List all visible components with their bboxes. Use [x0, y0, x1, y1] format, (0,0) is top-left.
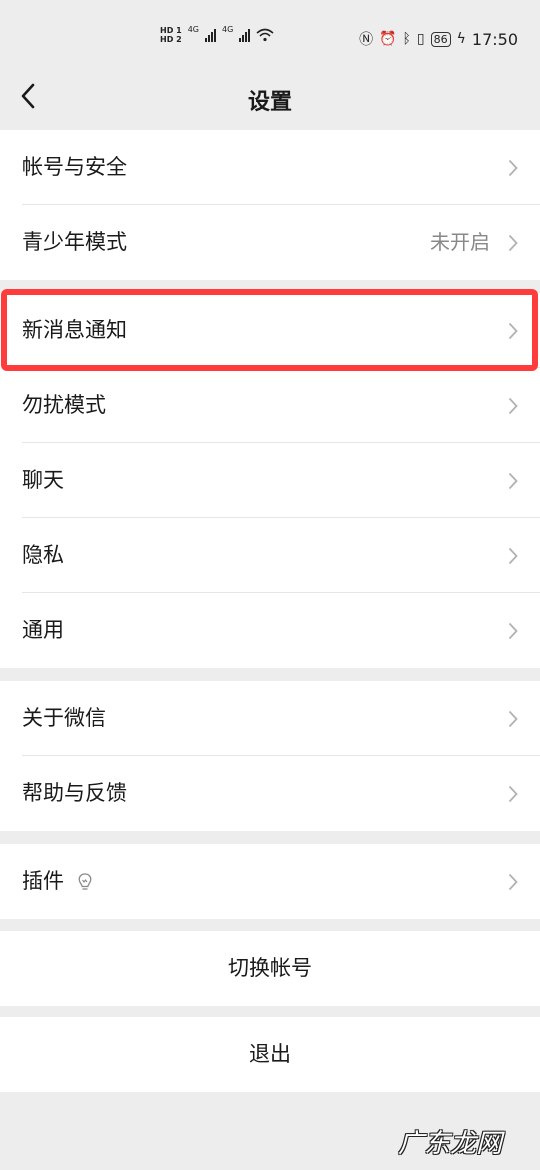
- youth-mode-status: 未开启: [430, 230, 490, 254]
- hd-1-label: HD 1: [160, 26, 182, 35]
- signal-1-icon: [204, 28, 216, 42]
- chevron-right-icon: [508, 159, 518, 177]
- chevron-right-icon: [508, 710, 518, 728]
- hd-indicators: HD 1 HD 2: [160, 26, 182, 44]
- page-title: 设置: [247, 90, 292, 115]
- settings-item-label: 帮助与反馈: [22, 781, 127, 805]
- chevron-right-icon: [508, 472, 518, 490]
- settings-item-label: 隐私: [22, 543, 64, 567]
- network-type-1: 4G: [187, 25, 199, 34]
- settings-group-about: 关于微信 帮助与反馈: [0, 681, 540, 831]
- settings-group-preferences: 新消息通知 勿扰模式 聊天 隐私 通用: [0, 293, 540, 668]
- settings-item-label: 帐号与安全: [22, 155, 127, 179]
- nfc-icon: Ⓝ: [359, 32, 374, 48]
- chevron-right-icon: [508, 397, 518, 415]
- status-bar: HD 1 HD 2 4G 4G Ⓝ ⏰ ᛒ ▯ 86 ϟ 17:50: [0, 0, 540, 68]
- vibrate-icon: ▯: [416, 31, 425, 47]
- nav-bar: 设置: [0, 68, 540, 128]
- settings-group-plugins: 插件: [0, 844, 540, 919]
- chevron-right-icon: [508, 785, 518, 803]
- settings-item-label: 青少年模式: [22, 230, 127, 254]
- chevron-right-icon: [508, 547, 518, 565]
- settings-item-youth-mode[interactable]: 青少年模式 未开启: [0, 205, 540, 280]
- logout-button[interactable]: 退出: [0, 1017, 540, 1092]
- settings-item-plugins[interactable]: 插件: [0, 844, 540, 919]
- settings-item-chat[interactable]: 聊天: [0, 443, 540, 518]
- logout-section: 退出: [0, 1017, 540, 1092]
- settings-item-help-feedback[interactable]: 帮助与反馈: [0, 756, 540, 831]
- settings-item-new-message-notification[interactable]: 新消息通知: [0, 293, 540, 368]
- clock: 17:50: [471, 29, 518, 49]
- status-left: HD 1 HD 2 4G 4G: [160, 26, 274, 44]
- switch-account-button[interactable]: 切换帐号: [0, 931, 540, 1006]
- settings-item-about-wechat[interactable]: 关于微信: [0, 681, 540, 756]
- chevron-right-icon: [508, 622, 518, 640]
- settings-item-label: 勿扰模式: [22, 393, 106, 417]
- lightbulb-icon: [78, 873, 92, 890]
- settings-item-general[interactable]: 通用: [0, 593, 540, 668]
- settings-item-privacy[interactable]: 隐私: [0, 518, 540, 593]
- status-right: Ⓝ ⏰ ᛒ ▯ 86 ϟ 17:50: [359, 29, 518, 49]
- alarm-icon: ⏰: [379, 31, 397, 47]
- watermark: 广东龙网: [397, 1129, 502, 1159]
- settings-item-do-not-disturb[interactable]: 勿扰模式: [0, 368, 540, 443]
- settings-item-label: 聊天: [22, 468, 64, 492]
- battery-level: 86: [430, 31, 451, 47]
- settings-group-account: 帐号与安全 青少年模式 未开启: [0, 130, 540, 280]
- chevron-right-icon: [508, 873, 518, 891]
- chevron-right-icon: [508, 322, 518, 340]
- charging-icon: ϟ: [456, 31, 466, 47]
- settings-item-label: 插件: [22, 869, 64, 893]
- wifi-icon: [256, 28, 274, 42]
- bluetooth-icon: ᛒ: [402, 31, 411, 47]
- signal-2-icon: [239, 28, 251, 42]
- settings-item-account-security[interactable]: 帐号与安全: [0, 130, 540, 205]
- settings-item-label: 关于微信: [22, 706, 106, 730]
- hd-2-label: HD 2: [160, 35, 182, 44]
- switch-account-section: 切换帐号: [0, 931, 540, 1006]
- chevron-right-icon: [508, 234, 518, 252]
- settings-item-label: 通用: [22, 618, 64, 642]
- settings-item-label: 新消息通知: [22, 318, 127, 342]
- network-type-2: 4G: [221, 25, 234, 34]
